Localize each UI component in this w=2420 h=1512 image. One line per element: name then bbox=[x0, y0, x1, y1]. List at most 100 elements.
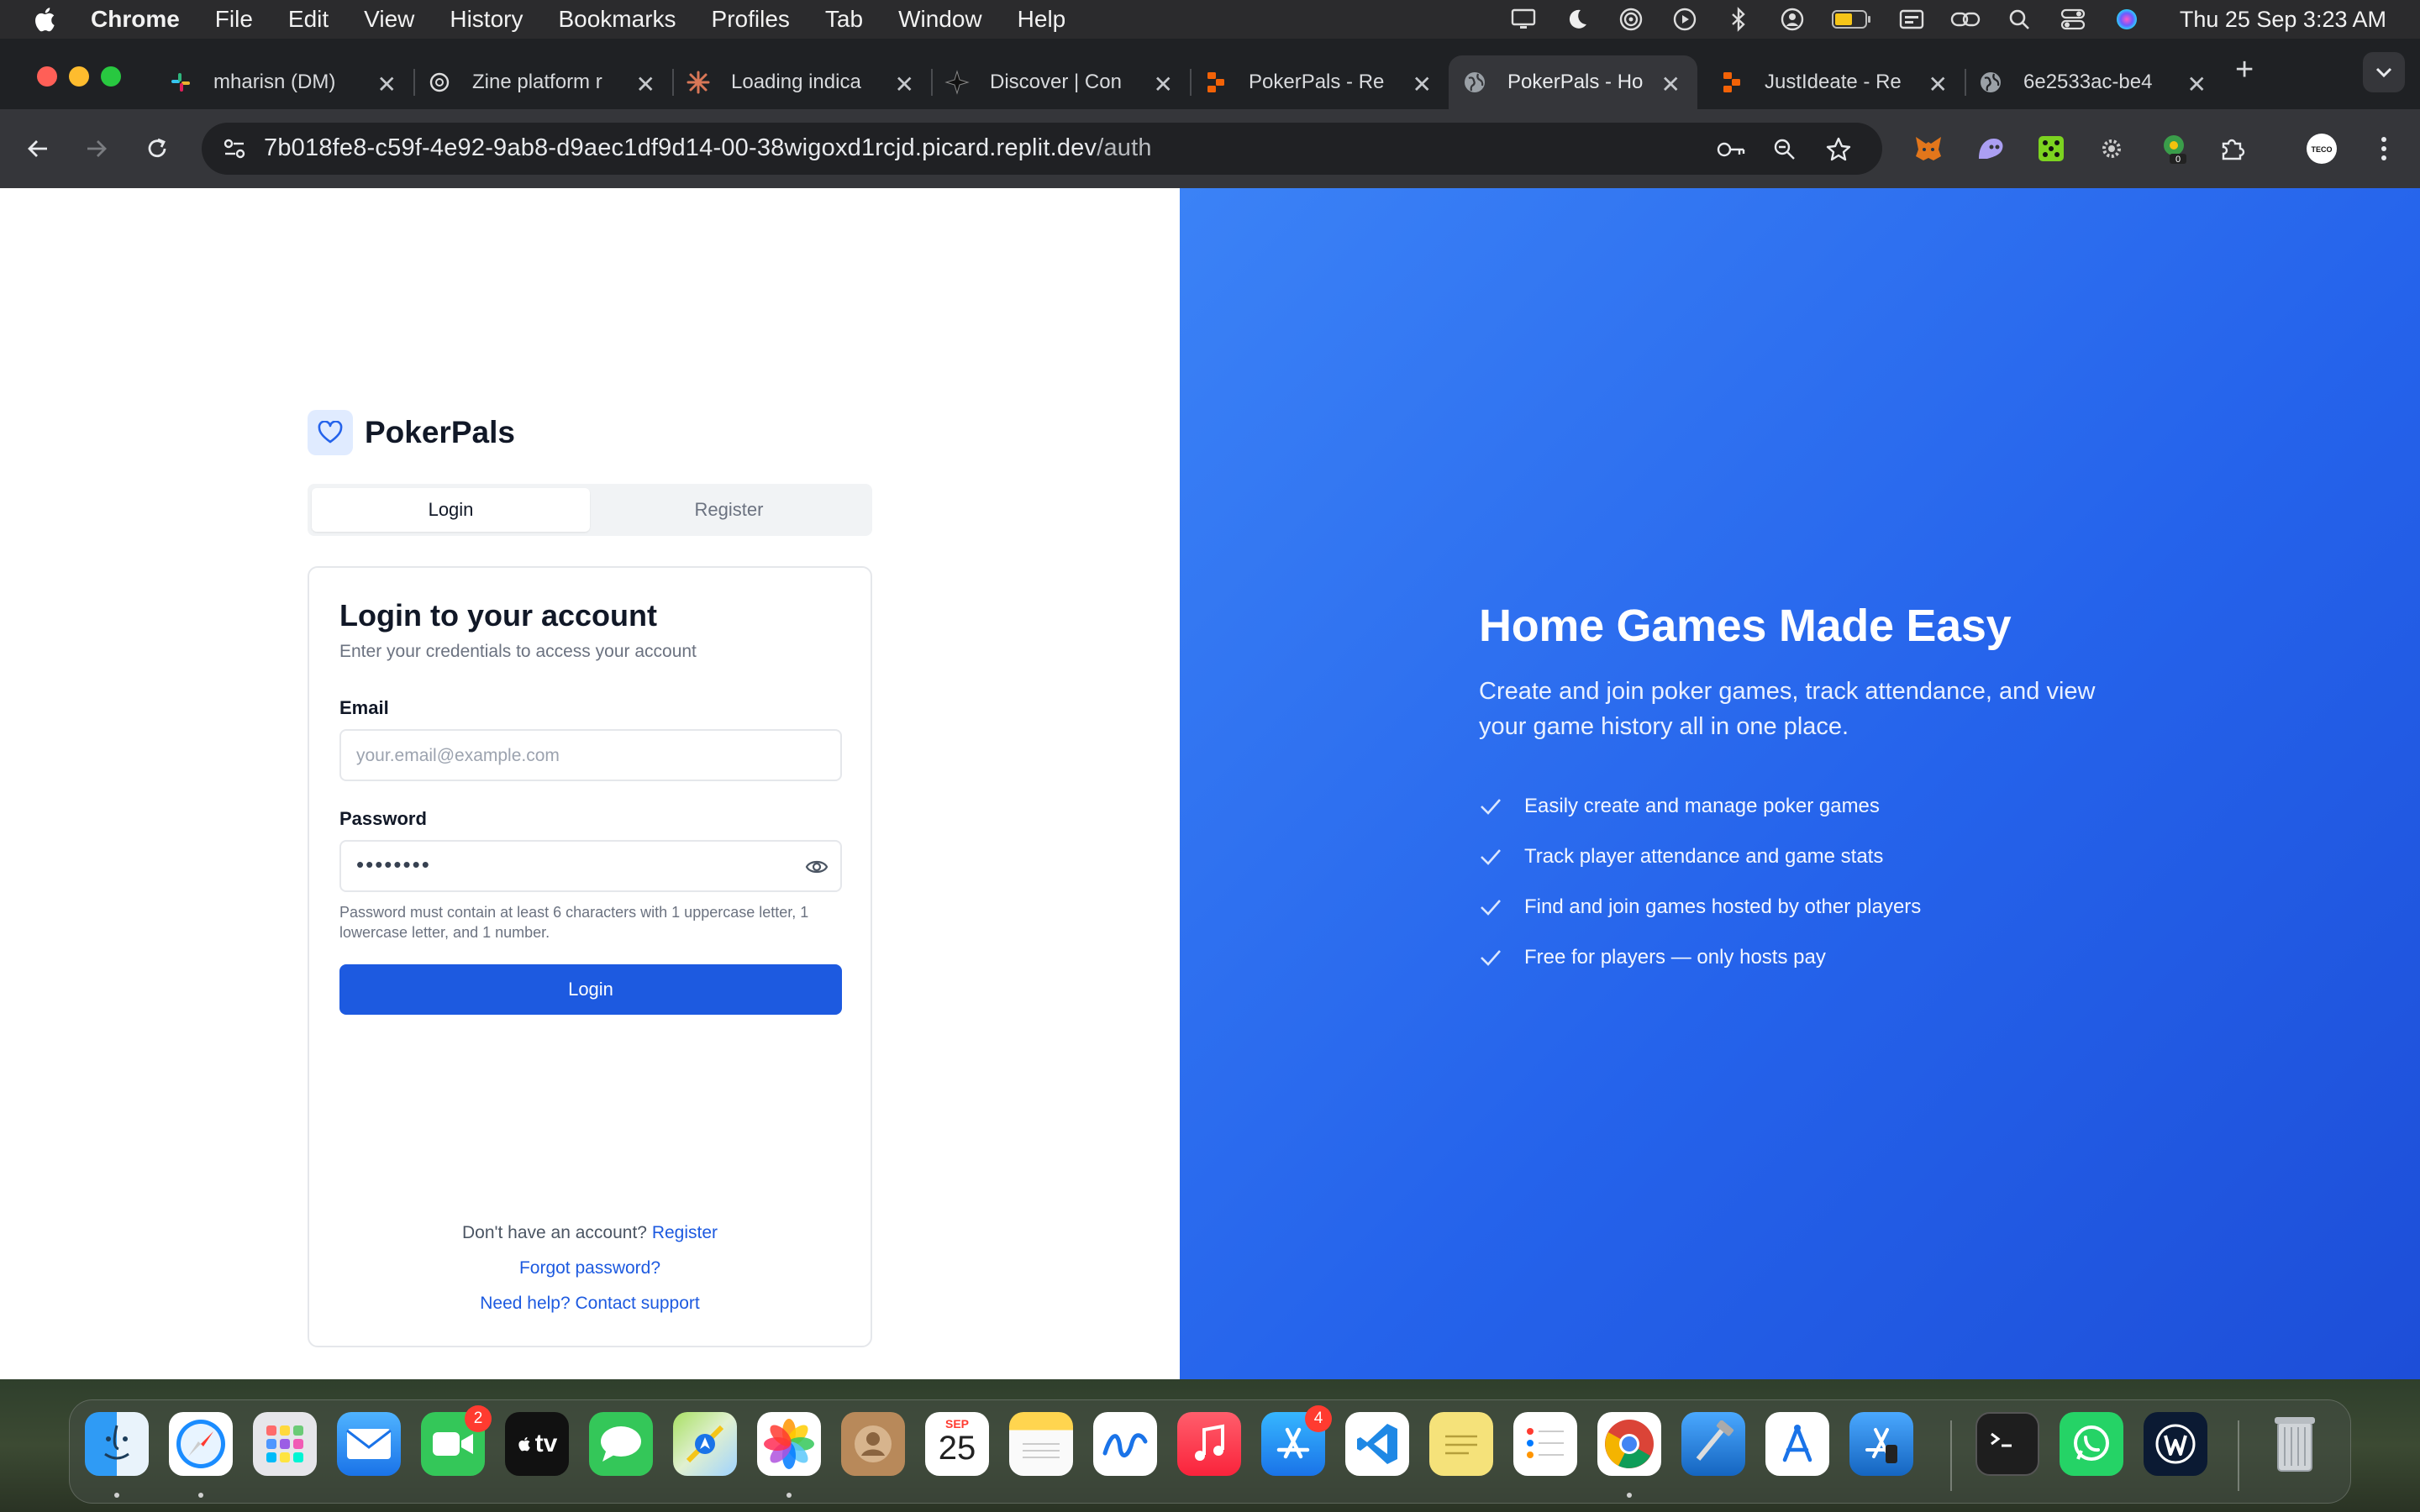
dock-photos[interactable] bbox=[757, 1412, 821, 1476]
email-field[interactable]: your.email@example.com bbox=[339, 729, 842, 781]
apple-icon[interactable] bbox=[32, 5, 60, 34]
airdrop-icon[interactable] bbox=[1615, 3, 1647, 35]
eye-icon[interactable] bbox=[805, 855, 829, 883]
menubar-clock[interactable]: Thu 25 Sep 3:23 AM bbox=[2180, 7, 2386, 33]
bluetooth-icon[interactable] bbox=[1723, 3, 1754, 35]
ghost-extension-icon[interactable] bbox=[1971, 129, 2010, 168]
zoom-window-button[interactable] bbox=[101, 66, 121, 87]
dock-reminders[interactable] bbox=[1513, 1412, 1577, 1476]
openai-icon bbox=[427, 70, 452, 95]
dock-instruments[interactable] bbox=[1765, 1412, 1829, 1476]
menu-profiles[interactable]: Profiles bbox=[712, 6, 790, 33]
dock-music[interactable] bbox=[1177, 1412, 1241, 1476]
menu-file[interactable]: File bbox=[215, 6, 253, 33]
menu-edit[interactable]: Edit bbox=[288, 6, 329, 33]
password-field[interactable]: •••••••• bbox=[339, 840, 842, 892]
dock-launchpad[interactable] bbox=[253, 1412, 317, 1476]
browser-tab-justideate[interactable]: JustIdeate - Re ✕ bbox=[1706, 55, 1966, 109]
back-button[interactable] bbox=[18, 129, 57, 168]
search-icon[interactable] bbox=[2003, 3, 2035, 35]
dock-finder[interactable] bbox=[85, 1412, 149, 1476]
keyboard-icon[interactable] bbox=[1896, 3, 1928, 35]
menu-app-name[interactable]: Chrome bbox=[91, 6, 180, 33]
close-tab-icon[interactable]: ✕ bbox=[1413, 71, 1432, 98]
close-window-button[interactable] bbox=[37, 66, 57, 87]
bookmark-star-icon[interactable] bbox=[1823, 134, 1854, 165]
url-text[interactable]: 7b018fe8-c59f-4e92-9ab8-d9aec1df9d14-00-… bbox=[264, 134, 1152, 162]
browser-tab-pokerpals-active[interactable]: PokerPals - Ho ✕ bbox=[1449, 55, 1697, 109]
battery-icon[interactable] bbox=[1830, 3, 1874, 35]
zoom-icon[interactable] bbox=[1770, 134, 1800, 165]
profile-avatar[interactable]: TECO bbox=[2302, 129, 2341, 168]
play-icon[interactable] bbox=[1669, 3, 1701, 35]
close-tab-icon[interactable]: ✕ bbox=[1661, 71, 1681, 98]
dock-trash[interactable] bbox=[2263, 1412, 2327, 1476]
dock-contacts[interactable] bbox=[841, 1412, 905, 1476]
dock-messages[interactable] bbox=[589, 1412, 653, 1476]
browser-tab-uuid[interactable]: 6e2533ac-be4 ✕ bbox=[1965, 55, 2223, 109]
forgot-password-link[interactable]: Forgot password? bbox=[519, 1258, 660, 1278]
dock-stickies[interactable] bbox=[1429, 1412, 1493, 1476]
extensions-puzzle-icon[interactable] bbox=[2213, 129, 2252, 168]
menu-help[interactable]: Help bbox=[1018, 6, 1066, 33]
dock-mail[interactable] bbox=[337, 1412, 401, 1476]
close-tab-icon[interactable]: ✕ bbox=[1154, 71, 1173, 98]
menu-view[interactable]: View bbox=[364, 6, 414, 33]
card-title: Login to your account bbox=[339, 598, 657, 633]
dock-notes[interactable] bbox=[1009, 1412, 1073, 1476]
close-tab-icon[interactable]: ✕ bbox=[895, 71, 914, 98]
password-key-icon[interactable] bbox=[1716, 134, 1746, 165]
dock-windscribe[interactable] bbox=[2144, 1412, 2207, 1476]
dock-calendar[interactable]: SEP 25 bbox=[925, 1412, 989, 1476]
menu-history[interactable]: History bbox=[450, 6, 523, 33]
metamask-extension-icon[interactable] bbox=[1909, 129, 1948, 168]
link-icon[interactable] bbox=[1949, 3, 1981, 35]
dock-safari[interactable] bbox=[169, 1412, 233, 1476]
tab-register[interactable]: Register bbox=[590, 488, 868, 532]
control-center-icon[interactable] bbox=[2057, 3, 2089, 35]
browser-tab-loading[interactable]: Loading indica ✕ bbox=[672, 55, 933, 109]
dock-vscode[interactable] bbox=[1345, 1412, 1409, 1476]
dock-facetime[interactable]: 2 bbox=[421, 1405, 492, 1476]
register-link[interactable]: Register bbox=[652, 1223, 718, 1242]
dock-freeform[interactable] bbox=[1093, 1412, 1157, 1476]
site-settings-icon[interactable] bbox=[220, 134, 249, 167]
browser-menu-icon[interactable] bbox=[2365, 129, 2403, 168]
reload-button[interactable] bbox=[138, 129, 176, 168]
dock-terminal[interactable] bbox=[1975, 1412, 2039, 1476]
close-tab-icon[interactable]: ✕ bbox=[377, 71, 397, 98]
browser-tab-pokerpals-replit[interactable]: PokerPals - Re ✕ bbox=[1190, 55, 1449, 109]
tab-search-button[interactable] bbox=[2363, 52, 2405, 92]
browser-tab-slack[interactable]: mharisn (DM) ✕ bbox=[155, 55, 415, 109]
close-tab-icon[interactable]: ✕ bbox=[2187, 71, 2207, 98]
address-bar[interactable]: 7b018fe8-c59f-4e92-9ab8-d9aec1df9d14-00-… bbox=[202, 123, 1882, 175]
dice-extension-icon[interactable] bbox=[2032, 129, 2070, 168]
close-tab-icon[interactable]: ✕ bbox=[1928, 71, 1948, 98]
contact-support-link[interactable]: Need help? Contact support bbox=[480, 1294, 700, 1313]
user-icon[interactable] bbox=[1776, 3, 1808, 35]
browser-tab-zine[interactable]: Zine platform r ✕ bbox=[413, 55, 674, 109]
display-icon[interactable] bbox=[1507, 3, 1539, 35]
menu-bookmarks[interactable]: Bookmarks bbox=[558, 6, 676, 33]
close-tab-icon[interactable]: ✕ bbox=[636, 71, 655, 98]
moon-icon[interactable] bbox=[1561, 3, 1593, 35]
menu-tab[interactable]: Tab bbox=[825, 6, 863, 33]
dock-whatsapp[interactable] bbox=[2060, 1412, 2123, 1476]
forward-button[interactable] bbox=[77, 129, 116, 168]
dock-simulator[interactable] bbox=[1849, 1412, 1913, 1476]
login-button[interactable]: Login bbox=[339, 964, 842, 1015]
gear-extension-icon[interactable] bbox=[2092, 129, 2131, 168]
minimize-window-button[interactable] bbox=[69, 66, 89, 87]
dock-xcode[interactable] bbox=[1681, 1412, 1745, 1476]
menu-window[interactable]: Window bbox=[898, 6, 982, 33]
vscode-icon bbox=[1357, 1424, 1397, 1464]
dock-tv[interactable]: tv bbox=[505, 1412, 569, 1476]
dock-app-store[interactable]: 4 bbox=[1261, 1405, 1332, 1476]
siri-icon[interactable] bbox=[2111, 3, 2143, 35]
tab-login[interactable]: Login bbox=[312, 488, 590, 532]
dock-chrome[interactable] bbox=[1597, 1412, 1661, 1476]
browser-tab-discover[interactable]: Discover | Con ✕ bbox=[931, 55, 1192, 109]
chrome-badge-extension-icon[interactable]: 0 bbox=[2154, 129, 2193, 168]
dock-maps[interactable] bbox=[673, 1412, 737, 1476]
new-tab-button[interactable]: + bbox=[2235, 52, 2254, 88]
